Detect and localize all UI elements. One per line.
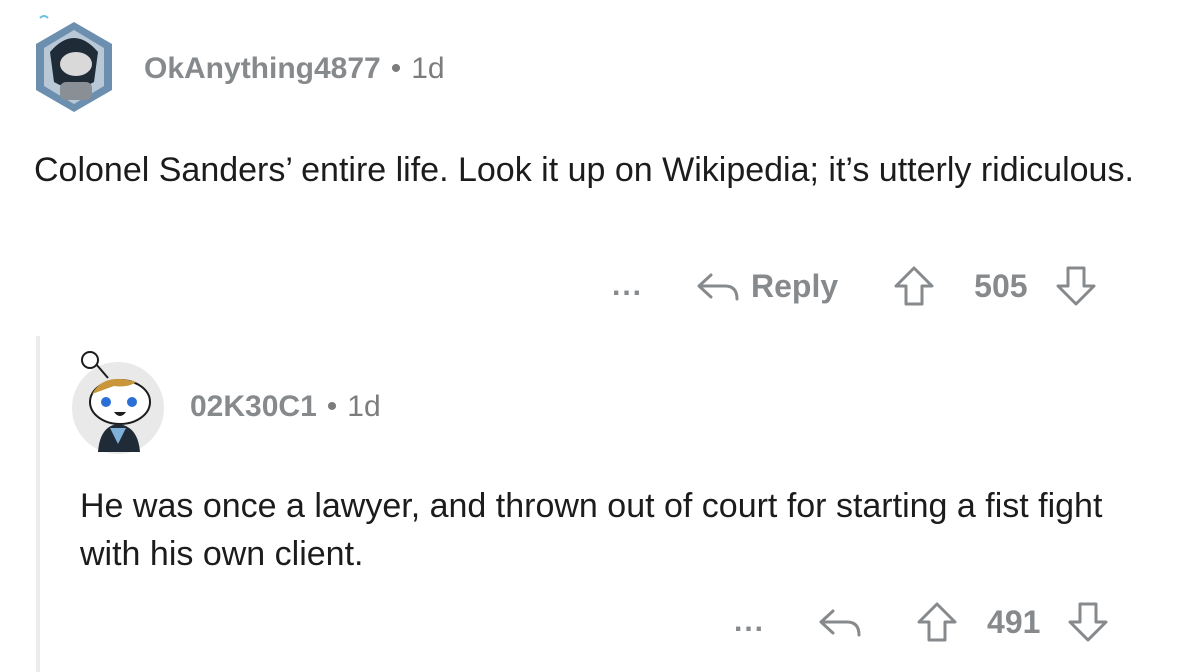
meta-separator: • bbox=[390, 52, 402, 85]
reply-button[interactable]: Reply bbox=[695, 268, 838, 305]
comment-age: 1d bbox=[347, 390, 381, 423]
avatar[interactable] bbox=[70, 344, 168, 454]
comment-actions: ... 491 bbox=[734, 600, 1110, 644]
comment-actions: ... Reply 505 bbox=[612, 264, 1098, 308]
username[interactable]: 02K30C1 bbox=[190, 390, 317, 423]
comment-body: He was once a lawyer, and thrown out of … bbox=[80, 487, 1103, 573]
downvote-icon[interactable] bbox=[1066, 600, 1110, 644]
downvote-icon[interactable] bbox=[1054, 264, 1098, 308]
comment-meta: 02K30C1 • 1d bbox=[190, 390, 381, 424]
vote-score: 491 bbox=[987, 603, 1041, 640]
username[interactable]: OkAnything4877 bbox=[144, 52, 381, 85]
reply-icon bbox=[695, 269, 741, 303]
more-icon[interactable]: ... bbox=[734, 605, 765, 639]
meta-separator: • bbox=[326, 390, 338, 423]
upvote-icon[interactable] bbox=[892, 264, 936, 308]
thread-line[interactable] bbox=[36, 336, 40, 672]
upvote-icon[interactable] bbox=[915, 600, 959, 644]
vote-score: 505 bbox=[974, 267, 1028, 304]
more-icon[interactable]: ... bbox=[612, 269, 643, 303]
reply-icon[interactable] bbox=[817, 605, 863, 639]
comment-body: Colonel Sanders’ entire life. Look it up… bbox=[34, 151, 1134, 189]
avatar[interactable] bbox=[28, 12, 120, 116]
comment-age: 1d bbox=[411, 52, 445, 85]
reply-label: Reply bbox=[751, 267, 839, 304]
comment-meta: OkAnything4877 • 1d bbox=[144, 52, 445, 86]
